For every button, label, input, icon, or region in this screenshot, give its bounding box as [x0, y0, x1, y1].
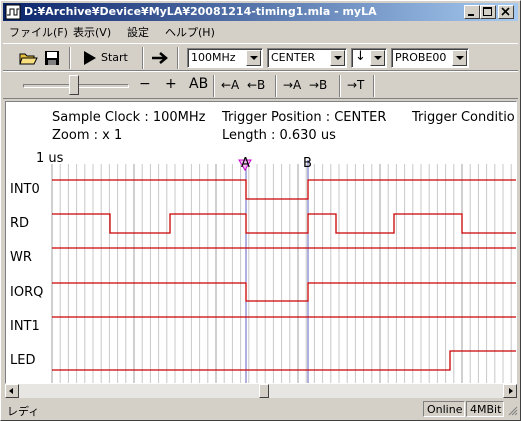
minimize-icon: [468, 14, 474, 16]
status-bar: レディ Online 4MBit: [3, 400, 518, 418]
clock-select[interactable]: 100MHz: [187, 48, 263, 68]
int0-trace: [52, 179, 516, 200]
move-trigger-button[interactable]: →T: [347, 78, 364, 92]
cursor-b-label: B: [303, 156, 312, 171]
maximize-button[interactable]: [480, 5, 496, 19]
chevron-down-icon[interactable]: [246, 50, 261, 66]
waveform-display[interactable]: Sample Clock : 100MHz Trigger Position :…: [5, 101, 517, 384]
ab-button[interactable]: AB: [189, 76, 208, 92]
title-bar[interactable]: D:¥Archive¥Device¥MyLA¥20081214-timing1.…: [3, 3, 518, 21]
open-button[interactable]: [17, 47, 39, 69]
led-trace: [52, 350, 516, 371]
chevron-down-icon[interactable]: [452, 50, 467, 66]
move-a-button[interactable]: →A: [283, 78, 301, 92]
toolbar-separator: [339, 75, 341, 97]
menu-file[interactable]: ファイル(F): [9, 24, 68, 40]
edge-select-value: ↓: [355, 49, 366, 64]
maximize-icon: [483, 7, 492, 16]
start-button[interactable]: Start: [79, 47, 139, 69]
arrow-right-icon: [152, 52, 168, 64]
channel-label-wr: WR: [10, 250, 32, 265]
arrow-right-icon: [509, 388, 513, 394]
toolbar-separator: [177, 47, 179, 69]
channel-label-rd: RD: [10, 216, 30, 231]
iorq-trace: [52, 282, 516, 302]
main-toolbar: Start 100MHz CENTER ↓ PROBE00: [3, 43, 518, 71]
close-icon: [501, 7, 510, 16]
zoom-in-button[interactable]: +: [165, 76, 177, 92]
main-window: D:¥Archive¥Device¥MyLA¥20081214-timing1.…: [0, 0, 521, 421]
memory-indicator: 4MBit: [466, 401, 504, 417]
channel-label-int1: INT1: [10, 319, 40, 334]
rd-trace: [52, 213, 516, 234]
time-grid: [51, 164, 512, 383]
signal-traces: [52, 179, 516, 371]
edge-select[interactable]: ↓: [351, 48, 387, 68]
probe-select-value: PROBE00: [395, 51, 447, 64]
scroll-left-button[interactable]: [5, 384, 19, 398]
goto-b-button[interactable]: ←B: [247, 78, 265, 92]
menu-bar: ファイル(F) 表示(V) 設定 ヘルプ(H): [3, 22, 518, 41]
menu-settings[interactable]: 設定: [127, 24, 149, 40]
trigger-position-select[interactable]: CENTER: [267, 48, 347, 68]
channel-label-int0: INT0: [10, 182, 40, 197]
save-button[interactable]: [41, 47, 63, 69]
scroll-thumb[interactable]: [259, 384, 269, 398]
menu-help[interactable]: ヘルプ(H): [165, 24, 215, 40]
horizontal-scrollbar[interactable]: [5, 384, 517, 398]
resize-grip-icon[interactable]: [506, 404, 518, 416]
zoom-out-button[interactable]: −: [139, 76, 151, 92]
waveform-canvas: [51, 159, 516, 383]
status-text: レディ: [7, 405, 40, 418]
zoom-toolbar: − + AB ←A ←B →A →B →T: [3, 71, 518, 99]
close-button[interactable]: [498, 5, 514, 19]
chevron-down-icon[interactable]: [330, 50, 345, 66]
arrow-right-button[interactable]: [149, 47, 171, 69]
toolbar-separator: [373, 75, 375, 97]
toolbar-separator: [213, 75, 215, 97]
goto-a-button[interactable]: ←A: [221, 78, 239, 92]
cursor-a-label: A: [241, 156, 250, 171]
toolbar-separator: [69, 47, 71, 69]
clock-select-value: 100MHz: [191, 51, 236, 64]
menu-view[interactable]: 表示(V): [73, 24, 111, 40]
chevron-down-icon[interactable]: [370, 50, 385, 66]
probe-select[interactable]: PROBE00: [391, 48, 469, 68]
channel-label-led: LED: [10, 353, 36, 368]
zoom-slider-thumb[interactable]: [69, 75, 79, 95]
channel-label-iorq: IORQ: [10, 285, 44, 300]
scroll-right-button[interactable]: [503, 384, 517, 398]
minimize-button[interactable]: [464, 5, 480, 19]
toolbar-separator: [275, 75, 277, 97]
save-disk-icon: [45, 51, 59, 65]
open-folder-icon: [19, 53, 38, 65]
arrow-left-icon: [9, 388, 13, 394]
online-indicator: Online: [423, 401, 465, 417]
app-icon: [5, 4, 21, 20]
start-label: Start: [101, 51, 128, 64]
toolbar-separator: [142, 47, 144, 69]
play-icon: [84, 51, 96, 65]
window-title: D:¥Archive¥Device¥MyLA¥20081214-timing1.…: [24, 5, 377, 18]
trigger-position-value: CENTER: [271, 51, 316, 64]
move-b-button[interactable]: →B: [309, 78, 327, 92]
